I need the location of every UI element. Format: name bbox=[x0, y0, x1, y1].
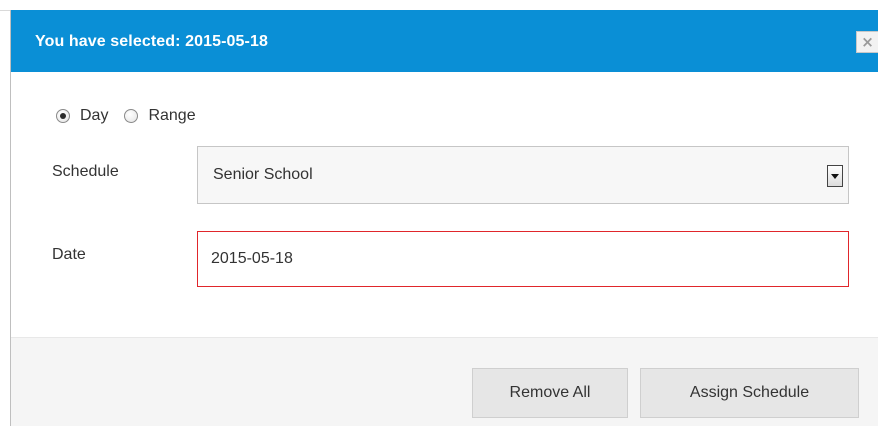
mode-radio-group: Day Range bbox=[56, 106, 212, 126]
day-radio[interactable] bbox=[56, 109, 70, 123]
day-radio-label[interactable]: Day bbox=[80, 107, 108, 125]
remove-all-button[interactable]: Remove All bbox=[472, 368, 628, 418]
close-button[interactable]: × bbox=[856, 31, 878, 53]
dialog-footer: Remove All Assign Schedule bbox=[11, 337, 878, 426]
assign-schedule-button[interactable]: Assign Schedule bbox=[640, 368, 859, 418]
dialog-header: You have selected: 2015-05-18 × bbox=[11, 10, 878, 72]
close-icon: × bbox=[861, 33, 874, 51]
schedule-dialog: You have selected: 2015-05-18 × Day Rang… bbox=[10, 10, 878, 426]
range-radio[interactable] bbox=[124, 109, 139, 123]
date-label: Date bbox=[52, 246, 86, 263]
page: You have selected: 2015-05-18 × Day Rang… bbox=[0, 0, 878, 426]
dialog-title: You have selected: 2015-05-18 bbox=[35, 33, 268, 50]
schedule-select[interactable]: Senior School bbox=[197, 146, 849, 204]
range-radio-label[interactable]: Range bbox=[148, 107, 195, 125]
chevron-down-icon[interactable] bbox=[827, 165, 843, 187]
date-input[interactable] bbox=[197, 231, 849, 287]
schedule-label: Schedule bbox=[52, 163, 119, 180]
schedule-select-value: Senior School bbox=[213, 166, 313, 183]
